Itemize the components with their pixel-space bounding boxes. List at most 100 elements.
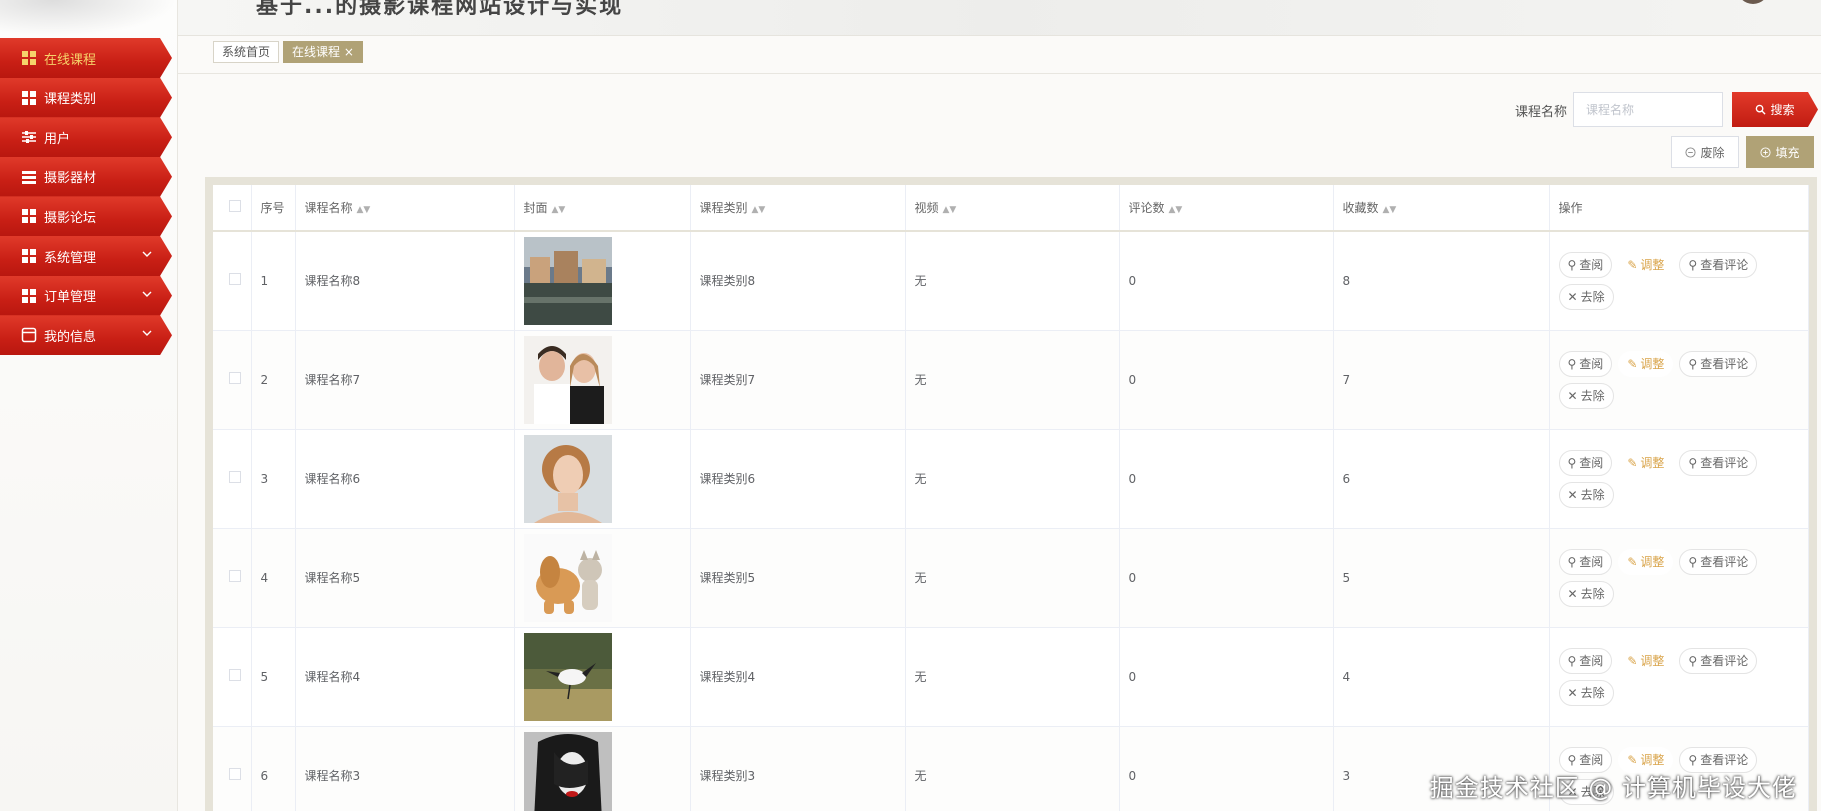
view-comments-button[interactable]: ⚲ 查看评论 [1679, 350, 1758, 377]
edit-button[interactable]: ✎ 调整 [1618, 350, 1674, 377]
sidebar-item-4[interactable]: 摄影器材 [0, 156, 172, 197]
row-checkbox[interactable] [229, 768, 241, 780]
row-actions: ⚲ 查阅 ✎ 调整 ⚲ 查看评论 ✕ 去除 [1558, 548, 1779, 607]
view-button[interactable]: ⚲ 查阅 [1558, 449, 1613, 476]
cell-index: 5 [251, 627, 296, 727]
table-row: 5 课程名称4 课程类别4 无 0 4 ⚲ 查阅 ✎ 调整 ⚲ 查看评论 ✕ 去除 [213, 627, 1809, 727]
view-comments-label: 查看评论 [1700, 555, 1749, 569]
tab-online-courses[interactable]: 在线课程 × [283, 41, 363, 63]
sidebar-item-8[interactable]: 我的信息 [0, 315, 172, 356]
page-title: 基于...的摄影课程网站设计与实现 [256, 0, 624, 19]
search-icon: ⚲ [1567, 653, 1577, 668]
view-button[interactable]: ⚲ 查阅 [1558, 251, 1613, 278]
row-checkbox[interactable] [229, 669, 241, 681]
sidebar-item-7[interactable]: 订单管理 [0, 275, 172, 316]
view-button[interactable]: ⚲ 查阅 [1558, 350, 1613, 377]
cell-actions: ⚲ 查阅 ✎ 调整 ⚲ 查看评论 ✕ 去除 [1549, 627, 1809, 727]
view-comments-button[interactable]: ⚲ 查看评论 [1679, 647, 1758, 674]
cover-image[interactable] [523, 434, 690, 523]
search-icon: ⚲ [1567, 554, 1577, 569]
remove-button[interactable]: ✕ 去除 [1558, 382, 1614, 409]
close-icon[interactable]: × [344, 45, 354, 59]
edit-button[interactable]: ✎ 调整 [1618, 449, 1674, 476]
cell-category: 课程类别5 [690, 528, 906, 628]
view-comments-button[interactable]: ⚲ 查看评论 [1679, 548, 1758, 575]
remove-button[interactable]: ✕ 去除 [1558, 481, 1614, 508]
remove-button-label: 去除 [1580, 290, 1605, 305]
edit-button[interactable]: ✎ 调整 [1618, 647, 1674, 674]
sort-icon[interactable]: ▲▼ [552, 205, 566, 215]
row-actions: ⚲ 查阅 ✎ 调整 ⚲ 查看评论 ✕ 去除 [1558, 449, 1779, 508]
list-icon [20, 168, 38, 186]
chevron-down-icon [142, 248, 152, 263]
cell-index: 3 [251, 429, 296, 529]
cell-cover [514, 231, 691, 331]
cell-category: 课程类别8 [690, 231, 906, 331]
avatar[interactable] [1737, 0, 1769, 4]
cell-name: 课程名称5 [295, 528, 515, 628]
sidebar-item-1[interactable]: 在线课程 [0, 38, 172, 78]
remove-button[interactable]: ✕ 去除 [1558, 679, 1614, 706]
view-button[interactable]: ⚲ 查阅 [1558, 647, 1613, 674]
col-header-index: 序号 [251, 185, 296, 232]
cell-actions: ⚲ 查阅 ✎ 调整 ⚲ 查看评论 ✕ 去除 [1549, 429, 1809, 529]
sidebar-item-6[interactable]: 系统管理 [0, 236, 172, 276]
sort-icon[interactable]: ▲▼ [1169, 205, 1183, 215]
search-icon: ⚲ [1688, 356, 1698, 371]
sort-icon[interactable]: ▲▼ [943, 205, 957, 215]
select-all-checkbox[interactable] [229, 200, 241, 212]
view-button-label: 查阅 [1579, 357, 1604, 371]
cover-image[interactable] [523, 533, 690, 622]
search-button[interactable]: 搜索 [1732, 92, 1818, 127]
cell-cover [514, 429, 691, 529]
sort-icon[interactable]: ▲▼ [357, 205, 371, 215]
row-checkbox[interactable] [229, 372, 241, 384]
row-checkbox[interactable] [229, 471, 241, 483]
col-header-video[interactable]: 视频 ▲▼ [905, 185, 1120, 232]
delete-button[interactable]: 废除 [1671, 136, 1739, 168]
col-header-favorites[interactable]: 收藏数 ▲▼ [1333, 185, 1550, 232]
row-checkbox[interactable] [229, 273, 241, 286]
row-select-cell [213, 429, 252, 529]
col-header-category[interactable]: 课程类别 ▲▼ [690, 185, 906, 232]
sort-icon[interactable]: ▲▼ [1383, 205, 1397, 215]
sidebar-item-3[interactable]: 用户 [0, 117, 172, 158]
col-header-category-label: 课程类别 [699, 201, 748, 215]
col-header-cover[interactable]: 封面 ▲▼ [514, 185, 691, 232]
add-button[interactable]: 填充 [1746, 136, 1814, 168]
table-body: 1 课程名称8 课程类别8 无 0 8 ⚲ 查阅 ✎ 调整 ⚲ 查看评论 ✕ 去除 2 课程名称7 课程类别7 无… [213, 231, 1809, 811]
cover-image[interactable] [523, 632, 690, 721]
chevron-down-icon [142, 327, 152, 342]
grid-icon [20, 247, 38, 265]
cell-comments: 0 [1119, 429, 1334, 529]
cell-index: 1 [251, 231, 296, 331]
search-icon: ⚲ [1567, 752, 1577, 767]
col-header-comments-label: 评论数 [1128, 201, 1165, 215]
edit-button-label: 调整 [1640, 654, 1665, 668]
row-checkbox[interactable] [229, 570, 241, 582]
col-header-comments[interactable]: 评论数 ▲▼ [1119, 185, 1334, 232]
row-actions: ⚲ 查阅 ✎ 调整 ⚲ 查看评论 ✕ 去除 [1558, 251, 1779, 310]
view-comments-button[interactable]: ⚲ 查看评论 [1679, 449, 1758, 476]
view-button[interactable]: ⚲ 查阅 [1558, 548, 1613, 575]
col-header-name[interactable]: 课程名称 ▲▼ [295, 185, 515, 232]
edit-button[interactable]: ✎ 调整 [1618, 251, 1674, 278]
search-icon: ⚲ [1567, 455, 1577, 470]
edit-button[interactable]: ✎ 调整 [1618, 548, 1674, 575]
sidebar-item-5[interactable]: 摄影论坛 [0, 196, 172, 237]
view-comments-label: 查看评论 [1700, 456, 1749, 470]
cover-image[interactable] [523, 731, 690, 811]
view-button-label: 查阅 [1579, 456, 1604, 470]
remove-button[interactable]: ✕ 去除 [1558, 580, 1614, 607]
view-comments-button[interactable]: ⚲ 查看评论 [1679, 251, 1758, 278]
remove-button[interactable]: ✕ 去除 [1558, 283, 1614, 310]
search-input[interactable] [1573, 92, 1723, 127]
cover-image[interactable] [523, 335, 690, 424]
sort-icon[interactable]: ▲▼ [752, 205, 766, 215]
cell-actions: ⚲ 查阅 ✎ 调整 ⚲ 查看评论 ✕ 去除 [1549, 231, 1809, 331]
tab-home[interactable]: 系统首页 [213, 41, 280, 63]
sidebar-item-2[interactable]: 课程类别 [0, 77, 172, 118]
cover-image[interactable] [523, 236, 690, 325]
edit-button-label: 调整 [1640, 753, 1665, 767]
sidebar-item-label: 我的信息 [44, 329, 97, 345]
